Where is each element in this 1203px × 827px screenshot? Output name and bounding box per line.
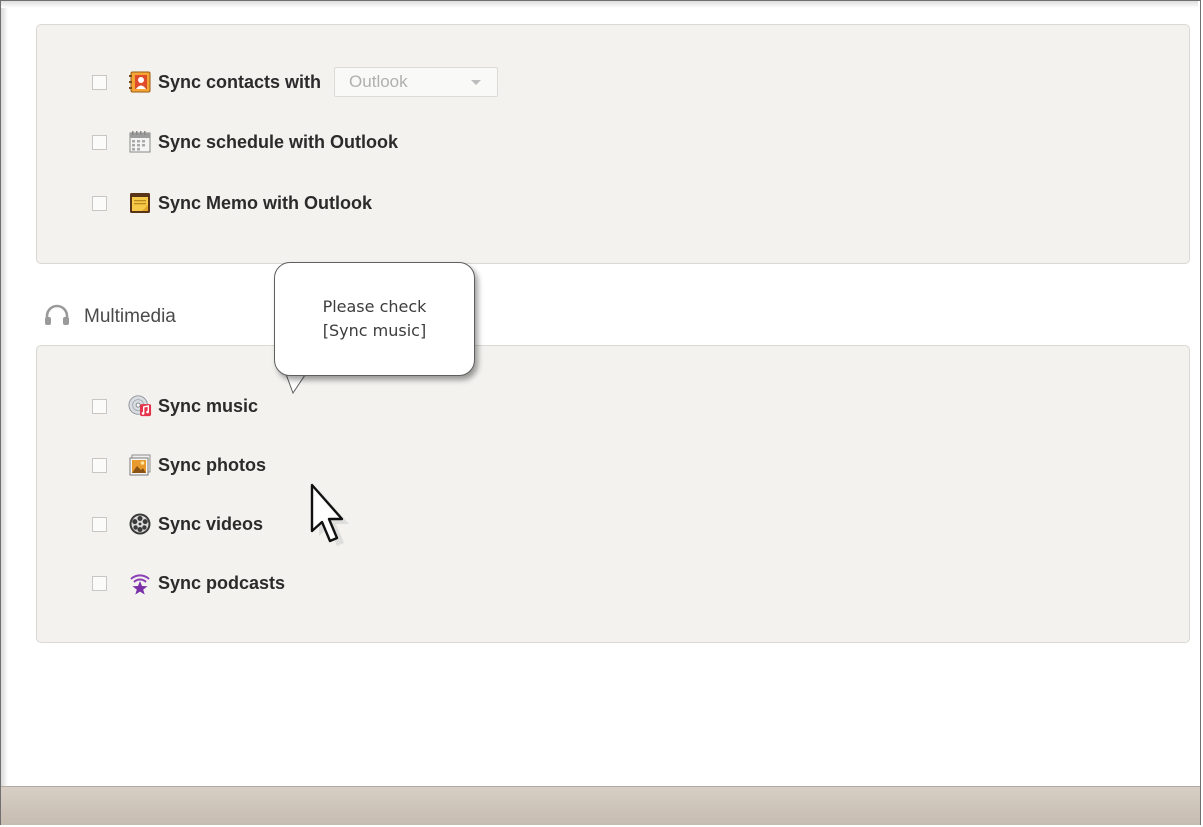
chevron-down-icon bbox=[471, 79, 482, 85]
film-reel-icon bbox=[128, 512, 152, 536]
tooltip-line-2: [Sync music] bbox=[322, 321, 427, 340]
headphones-icon bbox=[44, 304, 70, 330]
sync-music-label: Sync music bbox=[158, 395, 259, 416]
sync-schedule-row[interactable]: Sync schedule with Outlook bbox=[92, 128, 398, 156]
sync-contacts-row[interactable]: Sync contacts with Outlook bbox=[92, 67, 499, 97]
sync-photos-label: Sync photos bbox=[158, 454, 267, 475]
mouse-cursor-icon bbox=[310, 483, 349, 546]
podcast-icon bbox=[128, 571, 152, 595]
memo-icon bbox=[128, 191, 152, 215]
frame-shadow-top bbox=[1, 1, 1198, 8]
multimedia-panel bbox=[36, 345, 1190, 643]
tooltip-line-1: Please check bbox=[322, 297, 427, 316]
sync-music-row[interactable]: Sync music bbox=[92, 392, 258, 420]
contacts-source-dropdown[interactable]: Outlook bbox=[334, 67, 499, 97]
sync-schedule-checkbox[interactable] bbox=[92, 134, 107, 150]
contacts-source-value: Outlook bbox=[349, 72, 408, 91]
sync-videos-label: Sync videos bbox=[158, 513, 264, 534]
sync-photos-row[interactable]: Sync photos bbox=[92, 451, 266, 479]
sync-podcasts-checkbox[interactable] bbox=[92, 575, 107, 591]
sync-podcasts-label: Sync podcasts bbox=[158, 572, 286, 593]
sync-contacts-checkbox[interactable] bbox=[92, 74, 107, 90]
sync-contacts-label: Sync contacts with bbox=[158, 71, 322, 92]
bottom-status-bar bbox=[1, 786, 1200, 825]
sync-memo-row[interactable]: Sync Memo with Outlook bbox=[92, 189, 372, 217]
sync-music-checkbox[interactable] bbox=[92, 398, 107, 414]
frame-shadow-left bbox=[1, 1, 8, 786]
music-cd-icon bbox=[128, 394, 152, 418]
multimedia-title: Multimedia bbox=[84, 306, 176, 327]
calendar-icon bbox=[128, 130, 152, 154]
sync-schedule-label: Sync schedule with Outlook bbox=[158, 131, 399, 152]
sync-videos-row[interactable]: Sync videos bbox=[92, 510, 263, 538]
photos-icon bbox=[128, 453, 152, 477]
sync-photos-checkbox[interactable] bbox=[92, 457, 107, 473]
contacts-book-icon bbox=[128, 70, 152, 94]
sync-podcasts-row[interactable]: Sync podcasts bbox=[92, 569, 285, 597]
sync-music-tooltip: Please check [Sync music] bbox=[274, 262, 475, 376]
multimedia-section-header: Multimedia bbox=[44, 300, 176, 334]
sync-videos-checkbox[interactable] bbox=[92, 516, 107, 532]
sync-memo-checkbox[interactable] bbox=[92, 195, 107, 211]
sync-memo-label: Sync Memo with Outlook bbox=[158, 192, 373, 213]
